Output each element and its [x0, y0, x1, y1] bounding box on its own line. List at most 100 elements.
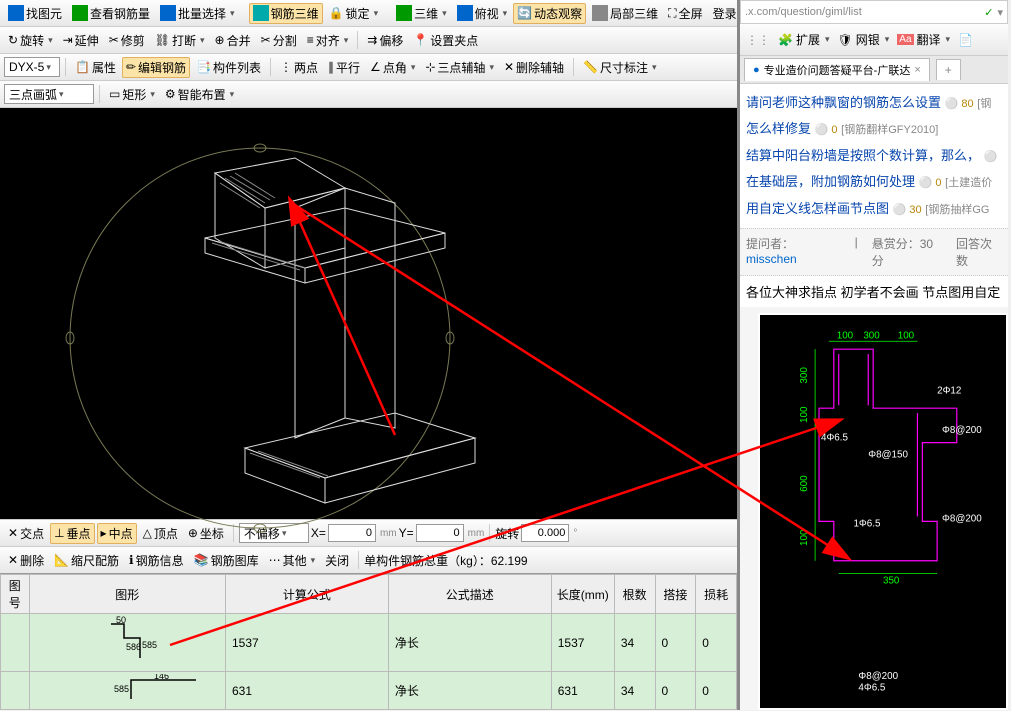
expand-button[interactable]: 🧩扩展 — [778, 31, 830, 48]
edit-rebar-button[interactable]: ✏编辑钢筋 — [122, 57, 190, 78]
svg-text:4Φ6.5: 4Φ6.5 — [858, 683, 886, 694]
section-diagram[interactable]: 100 300 100 300 100 600 100 350 — [758, 313, 1008, 710]
qa-item: 结算中阳台粉墙是按照个数计算，那么， ⚪ — [746, 143, 1002, 169]
batch-icon — [160, 5, 176, 21]
rebar-lib-button[interactable]: 📚钢筋图库 — [190, 550, 263, 571]
col-lap[interactable]: 搭接 — [655, 575, 696, 614]
split-button[interactable]: ✂分割 — [257, 30, 301, 51]
delete-button[interactable]: ✕删除 — [4, 550, 48, 571]
qa-link[interactable]: 怎么样修复 — [746, 121, 811, 136]
svg-text:2Φ12: 2Φ12 — [937, 385, 961, 396]
local-3d-button[interactable]: 局部三维 — [588, 3, 662, 24]
3d-view-button[interactable]: 三维 — [392, 3, 451, 24]
qa-item: 请问老师这种飘窗的钢筋怎么设置 ⚪ 80 [钢 — [746, 90, 1002, 116]
login-button[interactable]: 登录 — [709, 3, 737, 24]
lock-button[interactable]: 🔒锁定 — [325, 3, 383, 24]
qa-link[interactable]: 请问老师这种飘窗的钢筋怎么设置 — [746, 95, 941, 110]
secure-icon: ✓ — [984, 6, 993, 19]
netbank-button[interactable]: 🛡网银 — [838, 31, 890, 48]
more-button[interactable]: 📄 — [958, 33, 973, 47]
qa-list: 请问老师这种飘窗的钢筋怎么设置 ⚪ 80 [钢 怎么样修复 ⚪ 0 [钢筋翻样G… — [740, 84, 1008, 228]
tab-title: 专业造价问题答疑平台-广联达 — [764, 62, 911, 78]
offset-button[interactable]: ⇉偏移 — [363, 30, 407, 51]
loss-cell[interactable]: 0 — [696, 614, 737, 672]
qa-link[interactable]: 用自定义线怎样画节点图 — [746, 201, 889, 216]
asker-link[interactable]: misschen — [746, 252, 797, 266]
top-view-button[interactable]: 俯视 — [453, 3, 512, 24]
break-button[interactable]: ⛓打断 — [151, 30, 209, 51]
rect-button[interactable]: ▭矩形 — [105, 84, 159, 105]
address-bar[interactable]: .x.com/question/giml/list ✓ ▾ — [740, 0, 1008, 24]
find-icon — [8, 5, 24, 21]
cube-icon — [253, 5, 269, 21]
trim-button[interactable]: ✂修剪 — [105, 30, 149, 51]
svg-text:100: 100 — [898, 330, 915, 341]
view-rebar-button[interactable]: 查看钢筋量 — [68, 3, 154, 24]
qa-item: 怎么样修复 ⚪ 0 [钢筋翻样GFY2010] — [746, 116, 1002, 142]
diagram-svg: 100 300 100 300 100 600 100 350 — [760, 315, 1006, 708]
local-icon — [592, 5, 608, 21]
parallel-button[interactable]: ∥平行 — [324, 57, 364, 78]
svg-text:146: 146 — [154, 674, 169, 681]
svg-text:585: 585 — [142, 640, 157, 650]
menu-icon[interactable]: ⋮⋮ — [746, 33, 770, 47]
rebar-3d-button[interactable]: 钢筋三维 — [249, 3, 323, 24]
svg-text:1Φ6.5: 1Φ6.5 — [853, 518, 881, 529]
len-cell[interactable]: 1537 — [551, 614, 614, 672]
svg-text:Φ8@200: Φ8@200 — [942, 513, 982, 524]
two-point-button[interactable]: ⋮两点 — [276, 57, 322, 78]
col-formula[interactable]: 计算公式 — [225, 575, 388, 614]
col-num[interactable]: 图号 — [1, 575, 30, 614]
table-header-row: 图号 图形 计算公式 公式描述 长度(mm) 根数 搭接 损耗 — [1, 575, 737, 614]
ruler-match-button[interactable]: 📐缩尺配筋 — [50, 550, 123, 571]
three-point-axis-button[interactable]: ⊹三点辅轴 — [421, 57, 498, 78]
tab-close-icon[interactable]: × — [914, 64, 920, 76]
browser-tab[interactable]: ● 专业造价问题答疑平台-广联达 × — [744, 58, 930, 81]
toolbar-row-4: 三点画弧 ▭矩形 ⚙智能布置 — [0, 81, 737, 108]
qa-link[interactable]: 结算中阳台粉墙是按照个数计算，那么， — [746, 148, 980, 163]
qa-meta: 提问者：misschen | 悬赏分：30分 回答次数 — [740, 228, 1008, 276]
svg-text:Φ8@200: Φ8@200 — [942, 425, 982, 436]
count-cell[interactable]: 34 — [614, 614, 655, 672]
formula-cell[interactable]: 1537 — [225, 614, 388, 672]
col-len[interactable]: 长度(mm) — [551, 575, 614, 614]
col-shape[interactable]: 图形 — [29, 575, 225, 614]
fullscreen-button[interactable]: ⛶全屏 — [664, 3, 706, 24]
col-loss[interactable]: 损耗 — [696, 575, 737, 614]
toolbar-row-2: ↻旋转 ⇥延伸 ✂修剪 ⛓打断 ⊕合并 ✂分割 ≡对齐 ⇉偏移 📍设置夹点 — [0, 27, 737, 54]
extend-button[interactable]: ⇥延伸 — [59, 30, 103, 51]
new-tab-button[interactable]: + — [936, 59, 961, 80]
arc-mode-selector[interactable]: 三点画弧 — [4, 84, 94, 104]
member-list-button[interactable]: 📑构件列表 — [192, 57, 265, 78]
clamp-button[interactable]: 📍设置夹点 — [409, 30, 482, 51]
merge-button[interactable]: ⊕合并 — [211, 30, 255, 51]
coin-value: 80 — [961, 98, 973, 110]
point-angle-button[interactable]: ∠点角 — [366, 57, 419, 78]
svg-text:585: 585 — [114, 684, 129, 694]
desc-cell[interactable]: 净长 — [388, 614, 551, 672]
dyn-observe-button[interactable]: 🔄动态观察 — [513, 3, 586, 24]
col-count[interactable]: 根数 — [614, 575, 655, 614]
member-selector[interactable]: DYX-5 — [4, 57, 60, 77]
find-element-button[interactable]: 找图元 — [4, 3, 66, 24]
col-desc[interactable]: 公式描述 — [388, 575, 551, 614]
table-row[interactable]: 585 146 631 净长 631 34 0 0 — [1, 672, 737, 710]
dim-mark-button[interactable]: 📏尺寸标注 — [579, 57, 661, 78]
attr-button[interactable]: 📋属性 — [71, 57, 120, 78]
close-button[interactable]: 关闭 — [321, 550, 353, 571]
model-viewport[interactable] — [0, 108, 737, 519]
align-button[interactable]: ≡对齐 — [303, 30, 353, 51]
svg-text:586: 586 — [126, 642, 141, 652]
smart-arrange-button[interactable]: ⚙智能布置 — [161, 84, 238, 105]
addr-dropdown-icon[interactable]: ▾ — [997, 6, 1003, 19]
rotate-button[interactable]: ↻旋转 — [4, 30, 57, 51]
qa-link[interactable]: 在基础层，附加钢筋如何处理 — [746, 174, 915, 189]
translate-button[interactable]: Aa翻译 — [897, 31, 950, 48]
table-row[interactable]: 50 585 586 1537 净长 1537 34 0 0 — [1, 614, 737, 672]
delete-aux-button[interactable]: ✕删除辅轴 — [500, 57, 568, 78]
batch-select-button[interactable]: 批量选择 — [156, 3, 239, 24]
lap-cell[interactable]: 0 — [655, 614, 696, 672]
rebar-info-button[interactable]: ℹ钢筋信息 — [125, 550, 188, 571]
other-button[interactable]: ⋯其他 — [265, 550, 320, 571]
top-icon — [457, 5, 473, 21]
